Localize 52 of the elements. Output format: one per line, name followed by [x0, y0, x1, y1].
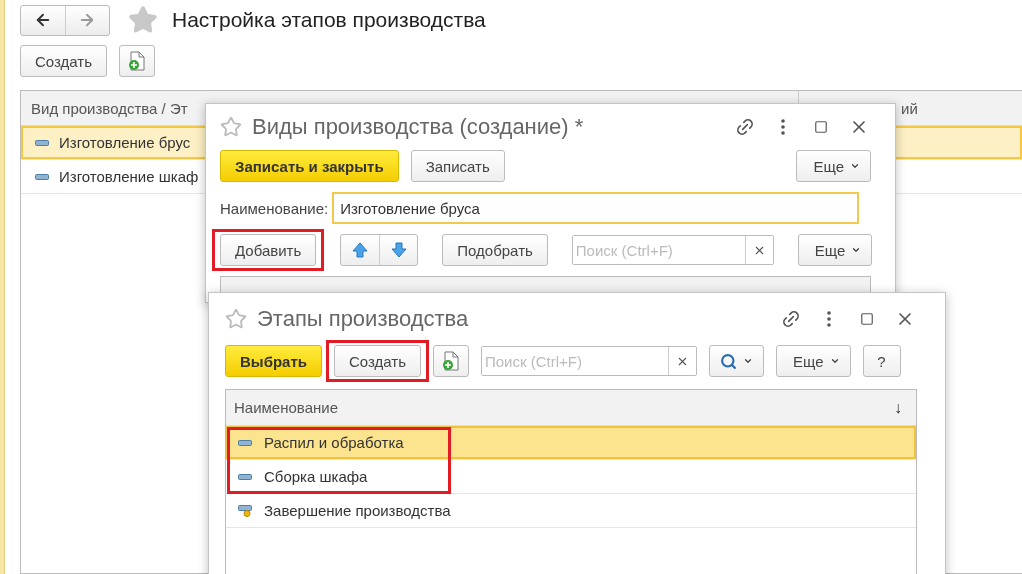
toolbar-button[interactable]: Подобрать — [442, 234, 548, 266]
row-label: Распил и обработка — [264, 434, 404, 451]
clear-button[interactable] — [744, 236, 773, 264]
list-item-icon — [35, 139, 49, 146]
list-item-icon — [35, 173, 49, 180]
square-icon — [860, 312, 874, 326]
clear-button[interactable] — [668, 347, 696, 375]
new-document-button[interactable] — [119, 45, 155, 77]
help-button[interactable]: ? — [862, 345, 901, 377]
toolbar-button[interactable]: Добавить — [220, 234, 317, 266]
dialog-title: Этапы производства — [257, 306, 470, 332]
table-row[interactable]: Распил и обработка — [226, 426, 916, 460]
page-title: Настройка этапов производства — [172, 8, 486, 32]
list-item-dot-icon — [238, 504, 252, 517]
column-header[interactable]: Наименование — [234, 399, 338, 416]
square-icon — [814, 120, 828, 134]
row-label: Изготовление брус — [59, 134, 191, 151]
new-document-icon — [128, 51, 146, 71]
caret-icon — [851, 245, 862, 255]
field-label: Наименование: — [220, 199, 329, 217]
caret-icon — [743, 356, 753, 366]
row-label: Завершение производства — [264, 502, 451, 519]
list-item-icon — [238, 439, 252, 446]
row-label: Сборка шкафа — [264, 468, 368, 485]
more-menu-button[interactable]: Еще — [776, 345, 851, 377]
vertical-dots-icon — [781, 119, 785, 135]
favorite-star-icon[interactable] — [220, 116, 242, 138]
row-label: Изготовление шкаф — [59, 168, 199, 185]
list-item-icon — [238, 473, 252, 480]
search-field[interactable]: Поиск (Ctrl+F) — [481, 346, 697, 376]
search-icon — [720, 352, 737, 370]
toolbar-button[interactable]: Записать — [410, 150, 505, 182]
caret-icon — [850, 161, 860, 171]
caret-icon — [829, 356, 840, 366]
more-menu-button[interactable]: Еще — [797, 234, 873, 266]
primary-button[interactable]: Записать и закрыть — [220, 150, 399, 182]
name-input-field[interactable]: Изготовление бруса — [332, 192, 859, 224]
dialog-title: Виды производства (создание) * — [252, 114, 585, 140]
primary-button[interactable]: Выбрать — [225, 345, 322, 377]
up-arrow-icon — [352, 242, 369, 258]
down-arrow-icon — [390, 242, 407, 258]
toolbar-button[interactable]: Создать — [20, 45, 107, 77]
favorite-star-icon[interactable] — [225, 308, 247, 330]
toolbar-button[interactable]: Создать — [334, 345, 421, 377]
sort-indicator[interactable]: ↓ — [894, 398, 902, 417]
favorite-star-icon[interactable] — [128, 5, 158, 35]
new-document-icon — [442, 351, 460, 371]
search-field[interactable]: Поиск (Ctrl+F) — [571, 235, 774, 265]
search-menu-button[interactable] — [709, 345, 764, 377]
new-document-button[interactable] — [433, 345, 469, 377]
vertical-dots-icon — [827, 311, 831, 327]
more-menu-button[interactable]: Еще — [796, 150, 871, 182]
